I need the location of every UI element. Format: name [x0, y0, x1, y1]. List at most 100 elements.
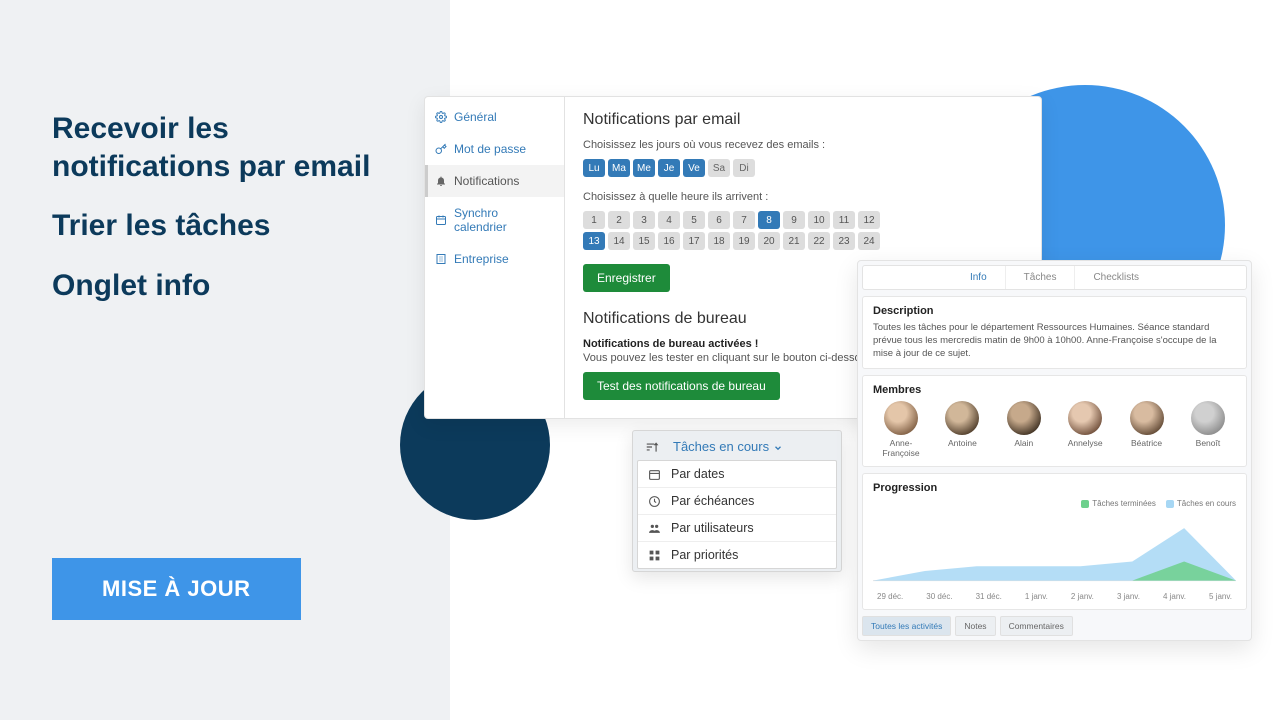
sort-option-label: Par utilisateurs — [671, 521, 754, 535]
hour-toggle-11[interactable]: 11 — [833, 211, 855, 229]
sort-option[interactable]: Par dates — [638, 461, 836, 488]
hour-toggle-4[interactable]: 4 — [658, 211, 680, 229]
sort-option-label: Par priorités — [671, 548, 738, 562]
users-icon — [648, 522, 661, 535]
tab-tâches[interactable]: Tâches — [1006, 266, 1076, 289]
hour-toggle-13[interactable]: 13 — [583, 232, 605, 250]
hour-toggle-18[interactable]: 18 — [708, 232, 730, 250]
sidebar-item-calendar[interactable]: Synchro calendrier — [425, 197, 564, 243]
avatar — [1191, 401, 1225, 435]
hour-toggle-8[interactable]: 8 — [758, 211, 780, 229]
sort-option-label: Par dates — [671, 467, 725, 481]
avatar — [1068, 401, 1102, 435]
member-name: Annelyse — [1068, 438, 1103, 448]
key-icon — [435, 143, 447, 155]
hour-toggle-2[interactable]: 2 — [608, 211, 630, 229]
chart-xaxis: 29 déc.30 déc.31 déc.1 janv.2 janv.3 jan… — [873, 590, 1236, 601]
description-card: Description Toutes les tâches pour le dé… — [862, 296, 1247, 369]
member[interactable]: Annelyse — [1057, 401, 1113, 458]
legend-progress-label: Tâches en cours — [1177, 499, 1236, 508]
tab-info[interactable]: Info — [952, 266, 1006, 289]
members-title: Membres — [873, 384, 1236, 396]
member[interactable]: Anne-Françoise — [873, 401, 929, 458]
sidebar-item-notifications[interactable]: Notifications — [425, 165, 564, 197]
sort-option-label: Par échéances — [671, 494, 754, 508]
calendar-icon — [435, 214, 447, 226]
sidebar-item-password[interactable]: Mot de passe — [425, 133, 564, 165]
hour-toggle-22[interactable]: 22 — [808, 232, 830, 250]
xaxis-tick: 3 janv. — [1117, 592, 1140, 601]
days-label: Choisissez les jours où vous recevez des… — [583, 139, 1023, 151]
hour-toggle-19[interactable]: 19 — [733, 232, 755, 250]
hour-toggle-15[interactable]: 15 — [633, 232, 655, 250]
grid-icon — [648, 549, 661, 562]
hour-toggle-6[interactable]: 6 — [708, 211, 730, 229]
hour-toggle-3[interactable]: 3 — [633, 211, 655, 229]
headline-2: Trier les tâches — [52, 207, 392, 245]
hour-toggle-16[interactable]: 16 — [658, 232, 680, 250]
hour-toggle-9[interactable]: 9 — [783, 211, 805, 229]
hour-toggle-24[interactable]: 24 — [858, 232, 880, 250]
progression-card: Progression Tâches terminées Tâches en c… — [862, 473, 1247, 610]
day-toggle-lu[interactable]: Lu — [583, 159, 605, 177]
member-name: Anne-Françoise — [873, 438, 929, 458]
sidebar-item-label: Général — [454, 110, 497, 124]
legend-done-label: Tâches terminées — [1092, 499, 1156, 508]
hour-toggle-17[interactable]: 17 — [683, 232, 705, 250]
info-tabs: InfoTâchesChecklists — [862, 265, 1247, 290]
email-notif-title: Notifications par email — [583, 111, 1023, 129]
avatar — [884, 401, 918, 435]
sort-header[interactable]: Tâches en cours — [637, 437, 837, 460]
day-toggle-di[interactable]: Di — [733, 159, 755, 177]
sidebar-item-general[interactable]: Général — [425, 101, 564, 133]
hour-toggle-1[interactable]: 1 — [583, 211, 605, 229]
legend-swatch-progress — [1166, 500, 1174, 508]
hour-toggle-12[interactable]: 12 — [858, 211, 880, 229]
xaxis-tick: 31 déc. — [976, 592, 1002, 601]
footer-tab[interactable]: Toutes les activités — [862, 616, 951, 636]
hour-toggle-20[interactable]: 20 — [758, 232, 780, 250]
member-name: Antoine — [948, 438, 977, 448]
sort-option[interactable]: Par priorités — [638, 542, 836, 568]
xaxis-tick: 5 janv. — [1209, 592, 1232, 601]
headline-1: Recevoir les notifications par email — [52, 110, 392, 185]
member[interactable]: Alain — [996, 401, 1052, 458]
avatar — [945, 401, 979, 435]
footer-tab[interactable]: Commentaires — [1000, 616, 1073, 636]
sort-option[interactable]: Par échéances — [638, 488, 836, 515]
hour-toggle-21[interactable]: 21 — [783, 232, 805, 250]
days-row: LuMaMeJeVeSaDi — [583, 159, 1023, 177]
hour-toggle-10[interactable]: 10 — [808, 211, 830, 229]
hour-toggle-14[interactable]: 14 — [608, 232, 630, 250]
member[interactable]: Antoine — [934, 401, 990, 458]
save-button[interactable]: Enregistrer — [583, 264, 670, 292]
hour-toggle-7[interactable]: 7 — [733, 211, 755, 229]
member-name: Béatrice — [1131, 438, 1162, 448]
sort-option[interactable]: Par utilisateurs — [638, 515, 836, 542]
day-toggle-sa[interactable]: Sa — [708, 159, 730, 177]
hour-toggle-23[interactable]: 23 — [833, 232, 855, 250]
sort-icon — [645, 440, 659, 454]
update-button[interactable]: MISE À JOUR — [52, 558, 301, 620]
headline-block: Recevoir les notifications par email Tri… — [52, 110, 392, 326]
member-name: Benoît — [1196, 438, 1221, 448]
chevron-down-icon — [773, 443, 783, 453]
day-toggle-je[interactable]: Je — [658, 159, 680, 177]
legend-swatch-done — [1081, 500, 1089, 508]
building-icon — [435, 253, 447, 265]
tab-checklists[interactable]: Checklists — [1075, 266, 1157, 289]
member[interactable]: Benoît — [1180, 401, 1236, 458]
day-toggle-ma[interactable]: Ma — [608, 159, 630, 177]
hour-toggle-5[interactable]: 5 — [683, 211, 705, 229]
sidebar-item-company[interactable]: Entreprise — [425, 243, 564, 275]
day-toggle-me[interactable]: Me — [633, 159, 655, 177]
xaxis-tick: 1 janv. — [1025, 592, 1048, 601]
info-panel: InfoTâchesChecklists Description Toutes … — [857, 260, 1252, 641]
sidebar-item-label: Synchro calendrier — [454, 206, 554, 234]
xaxis-tick: 2 janv. — [1071, 592, 1094, 601]
member[interactable]: Béatrice — [1119, 401, 1175, 458]
day-toggle-ve[interactable]: Ve — [683, 159, 705, 177]
test-notif-button[interactable]: Test des notifications de bureau — [583, 372, 780, 400]
footer-tab[interactable]: Notes — [955, 616, 995, 636]
chart-legend: Tâches terminées Tâches en cours — [873, 499, 1236, 508]
